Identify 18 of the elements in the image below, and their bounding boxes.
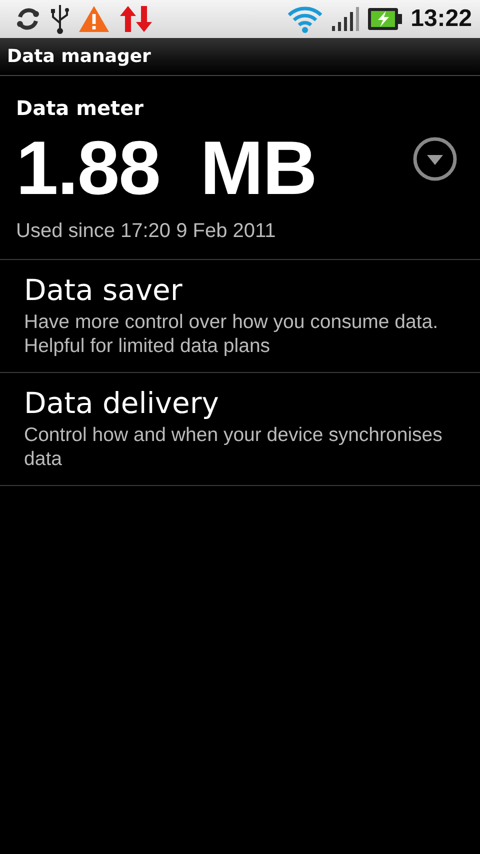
settings-item[interactable]: Data saver Have more control over how you consume data. Helpful for limited data plans bbox=[0, 260, 480, 373]
screen-title: Data manager bbox=[7, 46, 151, 67]
dropdown-icon[interactable] bbox=[412, 136, 458, 182]
settings-item[interactable]: Data delivery Control how and when your device synchronises data bbox=[0, 373, 480, 486]
signal-icon bbox=[330, 6, 359, 32]
item-description: Have more control over how you consume data. Helpful for limited data plans bbox=[24, 310, 440, 358]
item-title: Data delivery bbox=[24, 385, 220, 421]
status-time: 13:22 bbox=[410, 5, 472, 33]
data-arrows-icon bbox=[118, 4, 154, 34]
usb-icon bbox=[50, 3, 70, 35]
item-title: Data saver bbox=[24, 272, 184, 308]
section-heading: Data meter bbox=[16, 96, 145, 120]
warning-icon bbox=[78, 5, 110, 33]
battery-icon bbox=[366, 7, 403, 31]
usage-period: Used since 17:20 9 Feb 2011 bbox=[16, 220, 277, 243]
wifi-icon bbox=[286, 5, 323, 33]
data-amount: 1.88 MB bbox=[16, 125, 316, 213]
item-description: Control how and when your device synchronises data bbox=[24, 423, 444, 471]
